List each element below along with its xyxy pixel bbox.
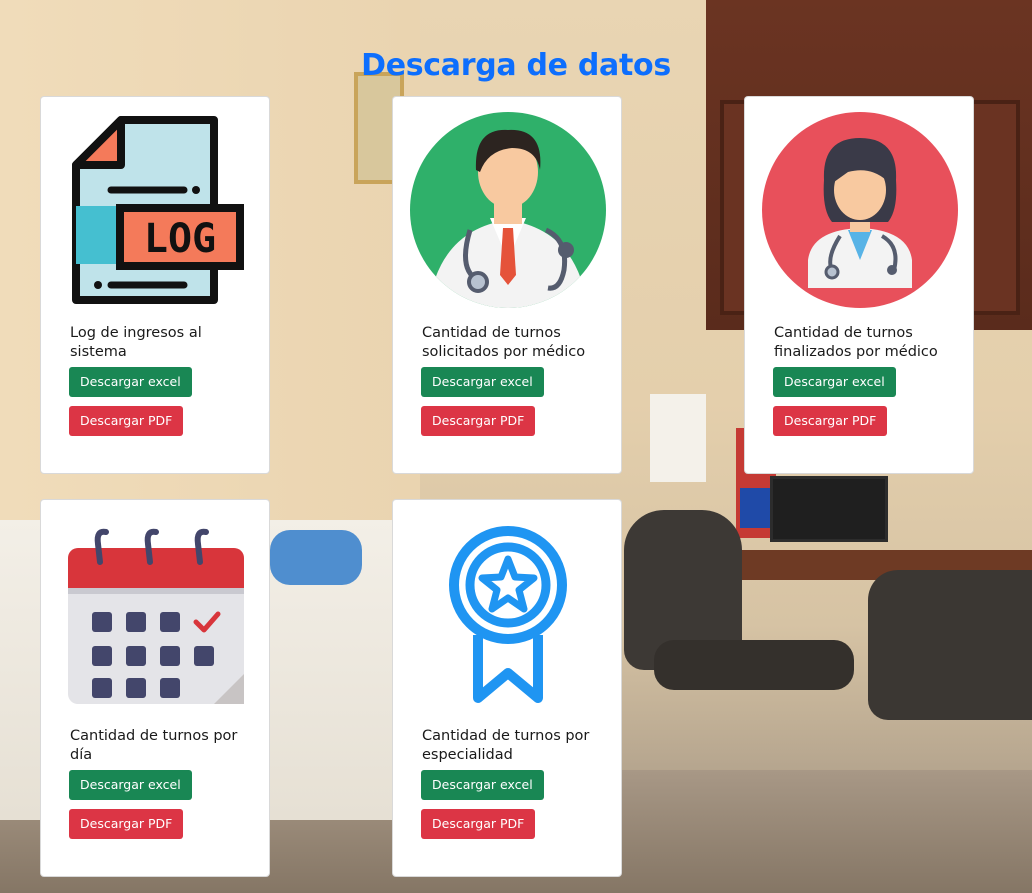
card-turnos-solicitados: Cantidad de turnos solicitados por médic… [392, 96, 622, 474]
download-excel-button[interactable]: Descargar excel [421, 367, 544, 397]
calendar-icon [41, 510, 271, 716]
computer-monitor [770, 476, 888, 542]
card-title: Cantidad de turnos por día [70, 728, 238, 763]
wall-paper [650, 394, 706, 482]
card-title: Cantidad de turnos por especialidad [422, 728, 590, 763]
log-file-icon: LOG [41, 107, 271, 313]
download-excel-button[interactable]: Descargar excel [69, 770, 192, 800]
blue-container [740, 488, 774, 528]
second-chair [868, 570, 1032, 720]
download-pdf-button[interactable]: Descargar PDF [69, 406, 184, 436]
download-pdf-button[interactable]: Descargar PDF [69, 809, 184, 839]
download-pdf-button[interactable]: Descargar PDF [773, 406, 888, 436]
download-pdf-button[interactable]: Descargar PDF [421, 809, 536, 839]
card-turnos-por-dia: Cantidad de turnos por día Descargar exc… [40, 499, 270, 877]
male-doctor-icon [393, 107, 623, 313]
pillow [270, 530, 362, 585]
card-log-ingresos: LOG Log de ingresos al sistema Descargar… [40, 96, 270, 474]
chair-seat [654, 640, 854, 690]
female-doctor-icon [745, 107, 975, 313]
card-title: Cantidad de turnos finalizados por médic… [774, 325, 938, 360]
award-ribbon-icon [393, 510, 623, 716]
log-icon-label: LOG [144, 216, 216, 262]
card-title: Log de ingresos al sistema [70, 325, 202, 360]
card-turnos-por-especialidad: Cantidad de turnos por especialidad Desc… [392, 499, 622, 877]
card-title: Cantidad de turnos solicitados por médic… [422, 325, 586, 360]
download-excel-button[interactable]: Descargar excel [773, 367, 896, 397]
download-excel-button[interactable]: Descargar excel [421, 770, 544, 800]
download-excel-button[interactable]: Descargar excel [69, 367, 192, 397]
card-turnos-finalizados: Cantidad de turnos finalizados por médic… [744, 96, 974, 474]
download-pdf-button[interactable]: Descargar PDF [421, 406, 536, 436]
page-title: Descarga de datos [361, 48, 671, 84]
